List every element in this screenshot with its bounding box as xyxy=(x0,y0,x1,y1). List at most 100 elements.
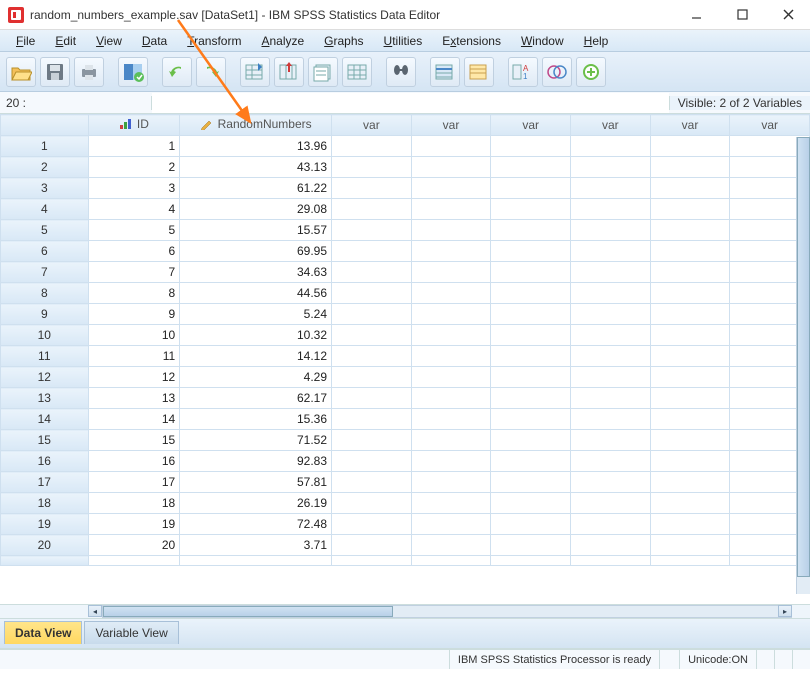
column-header-var[interactable]: var xyxy=(491,115,571,136)
cell-empty[interactable] xyxy=(332,304,412,325)
cell-empty[interactable] xyxy=(491,136,571,157)
cell-empty[interactable] xyxy=(332,388,412,409)
cell-empty[interactable] xyxy=(491,367,571,388)
row-header[interactable]: 1 xyxy=(1,136,89,157)
cell-empty[interactable] xyxy=(571,535,651,556)
cell-empty[interactable] xyxy=(411,136,491,157)
row-header[interactable]: 13 xyxy=(1,388,89,409)
use-sets-button[interactable] xyxy=(542,57,572,87)
menu-edit[interactable]: Edit xyxy=(45,32,86,50)
cell-empty[interactable] xyxy=(491,241,571,262)
cell-empty[interactable] xyxy=(571,325,651,346)
cell-empty[interactable] xyxy=(650,514,730,535)
tab-variable-view[interactable]: Variable View xyxy=(84,621,178,644)
cell-empty[interactable] xyxy=(332,241,412,262)
cell-empty[interactable] xyxy=(650,409,730,430)
cell-id[interactable]: 2 xyxy=(88,157,180,178)
cell-empty[interactable] xyxy=(491,514,571,535)
cell-randomnumbers[interactable]: 3.71 xyxy=(180,535,332,556)
cell-empty[interactable] xyxy=(571,514,651,535)
column-header-id[interactable]: ID xyxy=(88,115,180,136)
cell-empty[interactable] xyxy=(491,157,571,178)
variables-button[interactable] xyxy=(308,57,338,87)
cell-id[interactable]: 11 xyxy=(88,346,180,367)
cell-empty[interactable] xyxy=(180,556,332,566)
cell-randomnumbers[interactable]: 15.36 xyxy=(180,409,332,430)
cell-empty[interactable] xyxy=(650,535,730,556)
cell-empty[interactable] xyxy=(571,199,651,220)
cell-empty[interactable] xyxy=(571,304,651,325)
cell-empty[interactable] xyxy=(411,556,491,566)
cell-empty[interactable] xyxy=(571,346,651,367)
horizontal-scrollbar[interactable]: ◂ ▸ xyxy=(0,604,810,618)
cell-empty[interactable] xyxy=(411,409,491,430)
row-header[interactable] xyxy=(1,556,89,566)
cell-empty[interactable] xyxy=(332,136,412,157)
cell-empty[interactable] xyxy=(571,283,651,304)
menu-view[interactable]: View xyxy=(86,32,132,50)
cell-id[interactable]: 13 xyxy=(88,388,180,409)
row-header[interactable]: 5 xyxy=(1,220,89,241)
goto-variable-button[interactable] xyxy=(274,57,304,87)
cell-empty[interactable] xyxy=(411,367,491,388)
menu-extensions[interactable]: Extensions xyxy=(432,32,511,50)
cell-empty[interactable] xyxy=(88,556,180,566)
menu-data[interactable]: Data xyxy=(132,32,177,50)
cell-empty[interactable] xyxy=(332,430,412,451)
cell-randomnumbers[interactable]: 57.81 xyxy=(180,472,332,493)
menu-help[interactable]: Help xyxy=(574,32,619,50)
cell-randomnumbers[interactable]: 71.52 xyxy=(180,430,332,451)
cell-empty[interactable] xyxy=(650,451,730,472)
cell-empty[interactable] xyxy=(491,304,571,325)
cell-id[interactable]: 8 xyxy=(88,283,180,304)
weight-cases-button[interactable] xyxy=(464,57,494,87)
row-header[interactable]: 15 xyxy=(1,430,89,451)
save-button[interactable] xyxy=(40,57,70,87)
run-descriptives-button[interactable] xyxy=(342,57,372,87)
column-header-var[interactable]: var xyxy=(650,115,730,136)
cell-empty[interactable] xyxy=(411,199,491,220)
cell-empty[interactable] xyxy=(491,409,571,430)
row-header[interactable]: 17 xyxy=(1,472,89,493)
row-header[interactable]: 11 xyxy=(1,346,89,367)
cell-id[interactable]: 4 xyxy=(88,199,180,220)
cell-empty[interactable] xyxy=(332,451,412,472)
cell-id[interactable]: 16 xyxy=(88,451,180,472)
cell-empty[interactable] xyxy=(411,388,491,409)
cell-empty[interactable] xyxy=(571,241,651,262)
scroll-thumb[interactable] xyxy=(103,606,393,617)
row-header[interactable]: 4 xyxy=(1,199,89,220)
cell-empty[interactable] xyxy=(650,220,730,241)
cell-empty[interactable] xyxy=(491,451,571,472)
cell-empty[interactable] xyxy=(650,304,730,325)
cell-empty[interactable] xyxy=(571,220,651,241)
cell-id[interactable]: 15 xyxy=(88,430,180,451)
recall-dialog-button[interactable] xyxy=(118,57,148,87)
cell-randomnumbers[interactable]: 92.83 xyxy=(180,451,332,472)
cell-id[interactable]: 3 xyxy=(88,178,180,199)
open-button[interactable] xyxy=(6,57,36,87)
cell-randomnumbers[interactable]: 72.48 xyxy=(180,514,332,535)
minimize-button[interactable] xyxy=(682,5,710,25)
cell-empty[interactable] xyxy=(411,241,491,262)
row-header[interactable]: 12 xyxy=(1,367,89,388)
cell-empty[interactable] xyxy=(650,157,730,178)
column-header-var[interactable]: var xyxy=(411,115,491,136)
cell-empty[interactable] xyxy=(332,367,412,388)
cell-id[interactable]: 12 xyxy=(88,367,180,388)
cell-empty[interactable] xyxy=(491,325,571,346)
cell-empty[interactable] xyxy=(491,388,571,409)
cell-randomnumbers[interactable]: 15.57 xyxy=(180,220,332,241)
cell-empty[interactable] xyxy=(332,283,412,304)
cell-randomnumbers[interactable]: 34.63 xyxy=(180,262,332,283)
cell-empty[interactable] xyxy=(411,325,491,346)
cell-empty[interactable] xyxy=(571,388,651,409)
cell-randomnumbers[interactable]: 26.19 xyxy=(180,493,332,514)
cell-randomnumbers[interactable]: 5.24 xyxy=(180,304,332,325)
scroll-thumb[interactable] xyxy=(797,137,810,577)
cell-empty[interactable] xyxy=(571,409,651,430)
cell-empty[interactable] xyxy=(491,178,571,199)
cell-empty[interactable] xyxy=(650,178,730,199)
cell-id[interactable]: 7 xyxy=(88,262,180,283)
menu-graphs[interactable]: Graphs xyxy=(314,32,373,50)
